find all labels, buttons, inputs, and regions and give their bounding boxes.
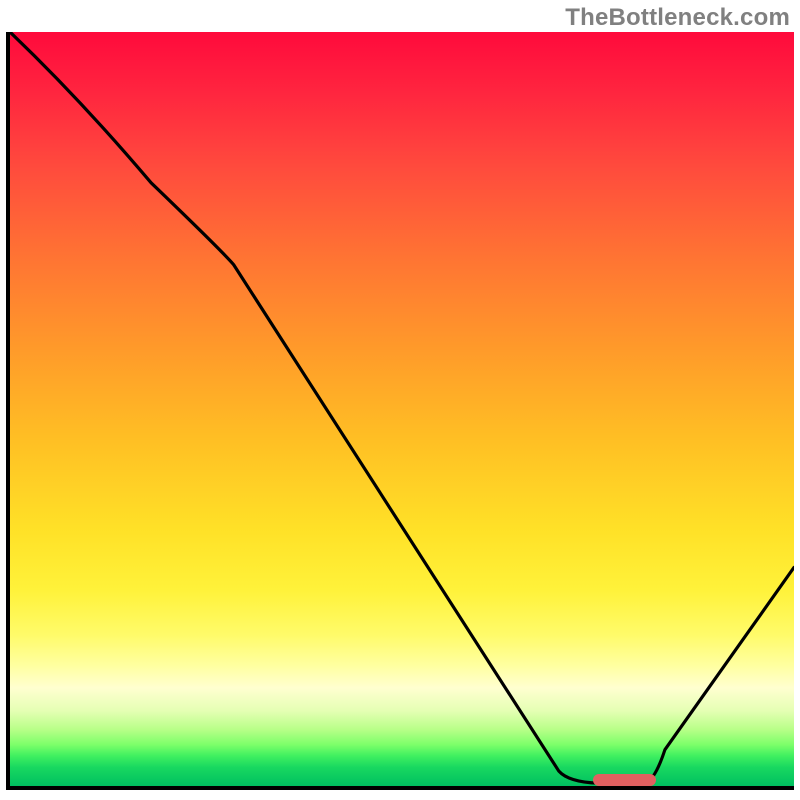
optimal-range-marker (593, 774, 656, 786)
plot-area (6, 32, 794, 790)
chart-container: TheBottleneck.com (0, 0, 800, 800)
bottleneck-curve (10, 32, 794, 786)
watermark-text: TheBottleneck.com (565, 4, 790, 32)
